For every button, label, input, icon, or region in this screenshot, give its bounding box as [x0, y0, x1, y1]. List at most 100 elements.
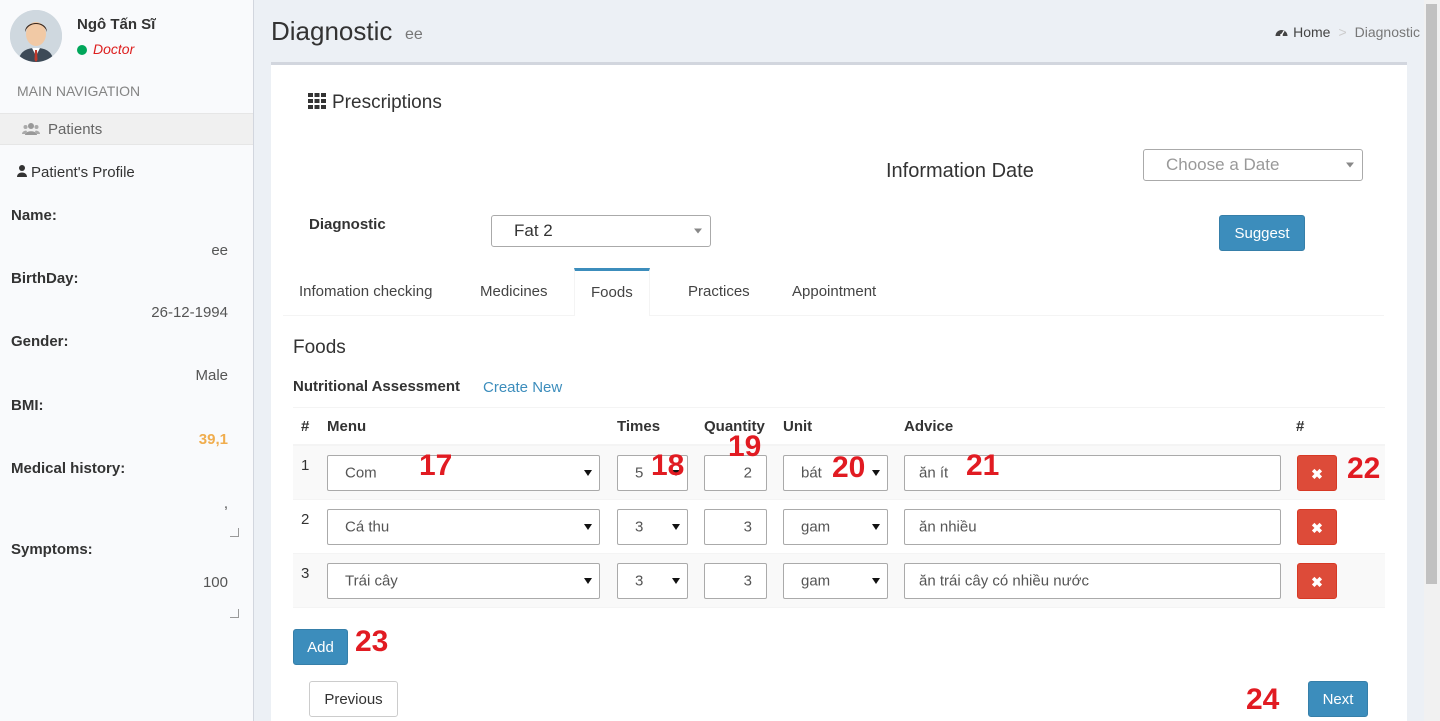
nav-header: MAIN NAVIGATION [17, 83, 141, 99]
page-scrollbar[interactable] [1424, 0, 1440, 721]
annotation-label: 20 [832, 451, 866, 484]
quantity-input[interactable]: 3 [704, 509, 767, 545]
user-role: Doctor [77, 41, 134, 57]
advice-input[interactable]: ăn trái cây có nhiều nước [904, 563, 1281, 599]
annotation-label: 17 [419, 449, 453, 482]
menu-value: Trái cây [345, 572, 398, 590]
column-header: Times [617, 418, 661, 435]
bmi-value: 39,1 [198, 431, 228, 448]
annotation-label: 22 [1347, 452, 1381, 485]
quantity-value: 2 [743, 464, 752, 482]
tab-medicines[interactable]: Medicines [464, 268, 564, 315]
page-subtitle: ee [405, 26, 423, 43]
table-row: 3 Trái cây 3 3 gam ăn trái cây có nhiều … [293, 554, 1385, 608]
sidebar-item-patients[interactable]: Patients [0, 113, 253, 145]
annotation-label: 19 [728, 430, 762, 463]
column-header: # [1296, 418, 1305, 435]
row-number: 2 [301, 511, 310, 528]
times-value: 3 [635, 572, 644, 590]
row-number: 1 [301, 457, 310, 474]
column-header: Menu [327, 418, 367, 435]
quantity-input[interactable]: 3 [704, 563, 767, 599]
table-header: # Menu Times Quantity Unit Advice # [293, 407, 1385, 446]
name-value: ee [211, 242, 228, 259]
quantity-value: 3 [743, 518, 752, 536]
annotation-label: 21 [966, 449, 1000, 482]
dashboard-icon [1275, 24, 1293, 40]
suggest-button[interactable]: Suggest [1219, 215, 1305, 251]
gender-value: Male [195, 367, 228, 384]
medical-history-label: Medical history: [11, 460, 126, 477]
times-select[interactable]: 3 [617, 509, 688, 545]
chevron-down-icon [584, 470, 592, 476]
column-header: Unit [783, 418, 813, 435]
times-value: 5 [635, 464, 644, 482]
times-select[interactable]: 3 [617, 563, 688, 599]
resize-handle-icon[interactable] [230, 609, 239, 618]
chevron-down-icon [584, 578, 592, 584]
chevron-down-icon [694, 228, 702, 234]
add-row-button[interactable]: Add [293, 629, 348, 665]
unit-value: gam [801, 572, 831, 590]
prescriptions-box: Prescriptions Information Date Choose a … [271, 62, 1407, 721]
unit-select[interactable]: gam [783, 509, 888, 545]
times-value: 3 [635, 518, 644, 536]
nutritional-assessment-label: Nutritional Assessment [293, 378, 460, 395]
delete-row-button[interactable]: ✖ [1297, 563, 1337, 599]
page-title: Diagnostic [271, 16, 393, 46]
chevron-down-icon [872, 524, 880, 530]
chevron-down-icon [872, 578, 880, 584]
column-header: Advice [904, 418, 954, 435]
tab-appointment[interactable]: Appointment [776, 268, 892, 315]
advice-value: ăn ít [919, 464, 949, 482]
tab-foods[interactable]: Foods [574, 268, 650, 316]
tab-information-checking[interactable]: Infomation checking [283, 268, 448, 315]
chevron-down-icon [584, 524, 592, 530]
menu-value: Cá thu [345, 518, 390, 536]
quantity-value: 3 [743, 572, 752, 590]
delete-row-button[interactable]: ✖ [1297, 509, 1337, 545]
breadcrumb: Home > Diagnostic [1275, 24, 1420, 40]
foods-section-title: Foods [293, 337, 346, 358]
medical-history-textarea[interactable]: , [224, 495, 228, 512]
breadcrumb-home-link[interactable]: Home [1293, 24, 1330, 40]
previous-button[interactable]: Previous [309, 681, 398, 717]
diagnostic-label: Diagnostic [309, 216, 386, 233]
symptoms-textarea[interactable]: 100 [203, 574, 228, 591]
scrollbar-thumb[interactable] [1426, 4, 1437, 584]
advice-value: ăn nhiều [919, 518, 977, 536]
user-role-label: Doctor [93, 41, 135, 57]
sidebar: Ngô Tấn Sĩ Doctor MAIN NAVIGATION Patien… [0, 0, 254, 721]
delete-row-button[interactable]: ✖ [1297, 455, 1337, 491]
unit-select[interactable]: gam [783, 563, 888, 599]
gender-label: Gender: [11, 333, 69, 350]
next-button[interactable]: Next [1308, 681, 1368, 717]
symptoms-label: Symptoms: [11, 541, 93, 558]
menu-select[interactable]: Cá thu [327, 509, 600, 545]
menu-select[interactable]: Com [327, 455, 600, 491]
advice-input[interactable]: ăn nhiều [904, 509, 1281, 545]
advice-input[interactable]: ăn ít [904, 455, 1281, 491]
avatar [10, 10, 62, 62]
menu-value: Com [345, 464, 377, 482]
create-new-link[interactable]: Create New [483, 379, 562, 396]
box-title: Prescriptions [308, 92, 442, 114]
online-status-icon [77, 45, 87, 55]
resize-handle-icon[interactable] [230, 528, 239, 537]
tab-practices[interactable]: Practices [672, 268, 766, 315]
chevron-down-icon [872, 470, 880, 476]
menu-select[interactable]: Trái cây [327, 563, 600, 599]
date-select[interactable]: Choose a Date [1143, 149, 1363, 181]
diagnostic-select-value: Fat 2 [514, 221, 553, 240]
unit-value: gam [801, 518, 831, 536]
user-name: Ngô Tấn Sĩ [77, 16, 156, 33]
box-title-label: Prescriptions [332, 92, 442, 113]
diagnostic-select[interactable]: Fat 2 [491, 215, 711, 247]
unit-value: bát [801, 464, 822, 482]
date-select-placeholder: Choose a Date [1166, 155, 1280, 174]
grid-icon [308, 93, 326, 109]
advice-value: ăn trái cây có nhiều nước [919, 572, 1089, 590]
annotation-label: 23 [355, 625, 389, 658]
breadcrumb-current: Diagnostic [1354, 24, 1420, 40]
sidebar-item-label: Patients [48, 121, 103, 138]
